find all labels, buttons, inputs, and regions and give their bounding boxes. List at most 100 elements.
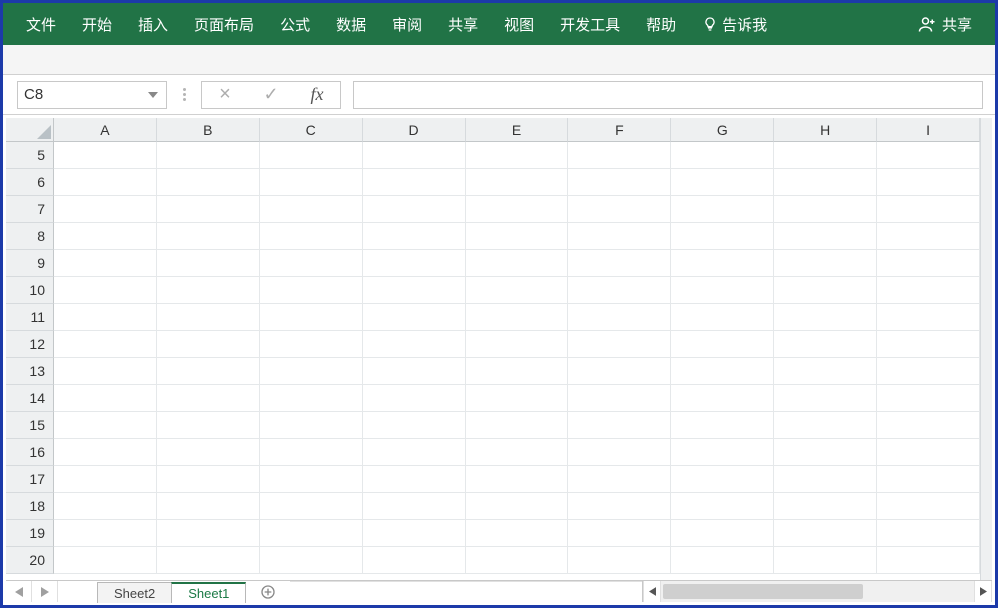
cell[interactable] [774,520,877,547]
row-header[interactable]: 5 [6,142,54,169]
scroll-right-button[interactable] [974,581,992,602]
cell[interactable] [363,277,466,304]
ribbon-share-button[interactable]: 共享 [905,3,985,45]
cell[interactable] [260,277,363,304]
cell[interactable] [363,466,466,493]
ribbon-tab-share[interactable]: 共享 [435,3,491,45]
cell[interactable] [671,547,774,574]
sheet-tab[interactable]: Sheet1 [171,582,246,603]
column-header[interactable]: I [877,118,980,142]
cell[interactable] [568,493,671,520]
cell[interactable] [774,547,877,574]
cell[interactable] [671,223,774,250]
fx-button[interactable]: fx [294,82,340,108]
cell[interactable] [568,169,671,196]
add-sheet-button[interactable] [246,581,290,602]
cell[interactable] [671,304,774,331]
cell[interactable] [774,142,877,169]
cell[interactable] [466,439,569,466]
row-header[interactable]: 12 [6,331,54,358]
cell[interactable] [260,196,363,223]
cell[interactable] [568,466,671,493]
cell[interactable] [774,439,877,466]
cell[interactable] [363,385,466,412]
cell[interactable] [157,385,260,412]
cell[interactable] [157,223,260,250]
cell[interactable] [877,358,980,385]
cell[interactable] [466,520,569,547]
cell[interactable] [774,412,877,439]
row-header[interactable]: 14 [6,385,54,412]
formula-input[interactable] [353,81,983,109]
row-header[interactable]: 17 [6,466,54,493]
cell[interactable] [260,223,363,250]
cell[interactable] [568,520,671,547]
cell[interactable] [774,169,877,196]
cell[interactable] [54,142,157,169]
column-header[interactable]: A [54,118,157,142]
cell[interactable] [466,466,569,493]
cell[interactable] [877,331,980,358]
name-box-dropdown-icon[interactable] [146,88,160,102]
cell[interactable] [568,277,671,304]
cell[interactable] [774,331,877,358]
cell[interactable] [466,493,569,520]
cell[interactable] [157,277,260,304]
cell[interactable] [260,439,363,466]
formula-bar-handle[interactable] [179,88,189,101]
ribbon-tab-pagelayout[interactable]: 页面布局 [181,3,267,45]
cell[interactable] [671,358,774,385]
column-header[interactable]: E [466,118,569,142]
cell[interactable] [877,196,980,223]
cell[interactable] [157,493,260,520]
cell[interactable] [877,520,980,547]
cell[interactable] [466,169,569,196]
ribbon-tab-home[interactable]: 开始 [69,3,125,45]
cell[interactable] [466,547,569,574]
row-header[interactable]: 10 [6,277,54,304]
cell[interactable] [671,196,774,223]
cell[interactable] [877,277,980,304]
cell[interactable] [774,466,877,493]
row-header[interactable]: 20 [6,547,54,574]
cell[interactable] [671,142,774,169]
cell[interactable] [157,196,260,223]
cell[interactable] [54,358,157,385]
cell[interactable] [54,493,157,520]
cell[interactable] [260,250,363,277]
enter-button[interactable]: ✓ [248,82,294,108]
cell[interactable] [363,547,466,574]
scroll-left-button[interactable] [643,581,661,602]
cell[interactable] [568,196,671,223]
cell[interactable] [671,520,774,547]
cell[interactable] [877,547,980,574]
cell[interactable] [54,223,157,250]
cell[interactable] [671,277,774,304]
cell[interactable] [877,304,980,331]
cell[interactable] [774,385,877,412]
cell[interactable] [363,520,466,547]
column-header[interactable]: C [260,118,363,142]
cells-area[interactable] [54,142,980,580]
cell[interactable] [54,547,157,574]
name-box[interactable]: C8 [17,81,167,109]
cell[interactable] [260,331,363,358]
cell[interactable] [466,331,569,358]
cancel-button[interactable]: × [202,82,248,108]
cell[interactable] [774,304,877,331]
cell[interactable] [877,142,980,169]
cell[interactable] [466,142,569,169]
cell[interactable] [568,385,671,412]
cell[interactable] [466,250,569,277]
cell[interactable] [774,250,877,277]
ribbon-tab-review[interactable]: 审阅 [379,3,435,45]
cell[interactable] [568,223,671,250]
cell[interactable] [774,358,877,385]
horizontal-scrollbar[interactable] [642,581,992,602]
cell[interactable] [54,520,157,547]
cell[interactable] [774,223,877,250]
ribbon-tab-developer[interactable]: 开发工具 [547,3,633,45]
column-header[interactable]: G [671,118,774,142]
column-header[interactable]: D [363,118,466,142]
cell[interactable] [157,331,260,358]
